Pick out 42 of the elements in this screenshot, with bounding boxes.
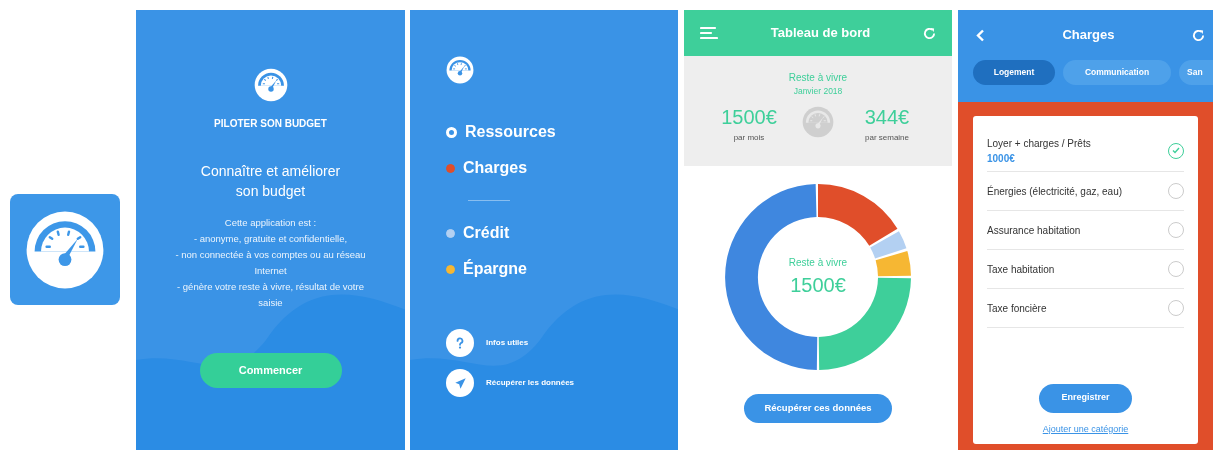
headline-text: Connaître et améliorer son budget — [199, 162, 342, 201]
amount-text: 344€ — [864, 104, 910, 130]
summary-period: Janvier 2018 — [793, 85, 843, 98]
app-title: PILOTER SON BUDGET — [214, 117, 327, 131]
menu-link[interactable]: Récupérer les données — [486, 377, 575, 389]
amount-text: 1500€ — [721, 104, 777, 130]
save-button[interactable]: Enregistrer — [1039, 383, 1132, 413]
menu-item[interactable]: Charges — [463, 156, 528, 180]
refresh-icon[interactable] — [923, 26, 936, 40]
amount-caption: par mois — [733, 131, 765, 144]
charge-label: Taxe foncière — [987, 301, 1047, 316]
refresh-icon[interactable] — [1192, 28, 1205, 42]
screen-title: Charges — [1062, 26, 1115, 45]
category-tab[interactable]: Logement — [973, 60, 1055, 85]
description-text: Cette application est : - anonyme, gratuite et confidentielle, - non connectée à vos comptes ou au réseau Internet - génère votre reste à vivre, résultat de votre saisie — [174, 216, 367, 310]
charge-label: Taxe habitation — [987, 262, 1055, 277]
donut-value: 1500€ — [790, 272, 846, 298]
charge-label: Assurance habitation — [987, 223, 1081, 238]
charge-amount: 1000€ — [987, 151, 1016, 166]
category-tab[interactable]: Communication — [1063, 60, 1171, 85]
menu-link[interactable]: Infos utiles — [486, 337, 529, 349]
gauge-icon — [446, 56, 474, 84]
gauge-icon — [253, 68, 288, 102]
menu-item[interactable]: Ressources — [465, 120, 556, 144]
amount-caption: par semaine — [865, 131, 909, 144]
menu-icon[interactable] — [700, 26, 718, 40]
gauge-icon — [802, 105, 834, 138]
category-tab[interactable]: San — [1179, 60, 1213, 85]
charge-label: Énergies (électricité, gaz, eau) — [987, 184, 1123, 199]
gauge-icon — [25, 209, 105, 290]
help-icon — [446, 329, 474, 357]
fetch-data-button[interactable]: Récupérer ces données — [744, 394, 892, 423]
menu-item[interactable]: Crédit — [463, 221, 510, 245]
charge-label: Loyer + charges / Prêts — [987, 136, 1091, 151]
summary-label: Reste à vivre — [788, 71, 848, 85]
screen-title: Tableau de bord — [770, 24, 871, 43]
start-button[interactable]: Commencer — [199, 353, 342, 388]
check-icon — [1172, 147, 1180, 154]
donut-label: Reste à vivre — [788, 255, 848, 270]
menu-item[interactable]: Épargne — [463, 257, 527, 281]
add-category-link[interactable]: Ajouter une catégorie — [1042, 422, 1129, 436]
back-icon[interactable] — [976, 28, 985, 42]
